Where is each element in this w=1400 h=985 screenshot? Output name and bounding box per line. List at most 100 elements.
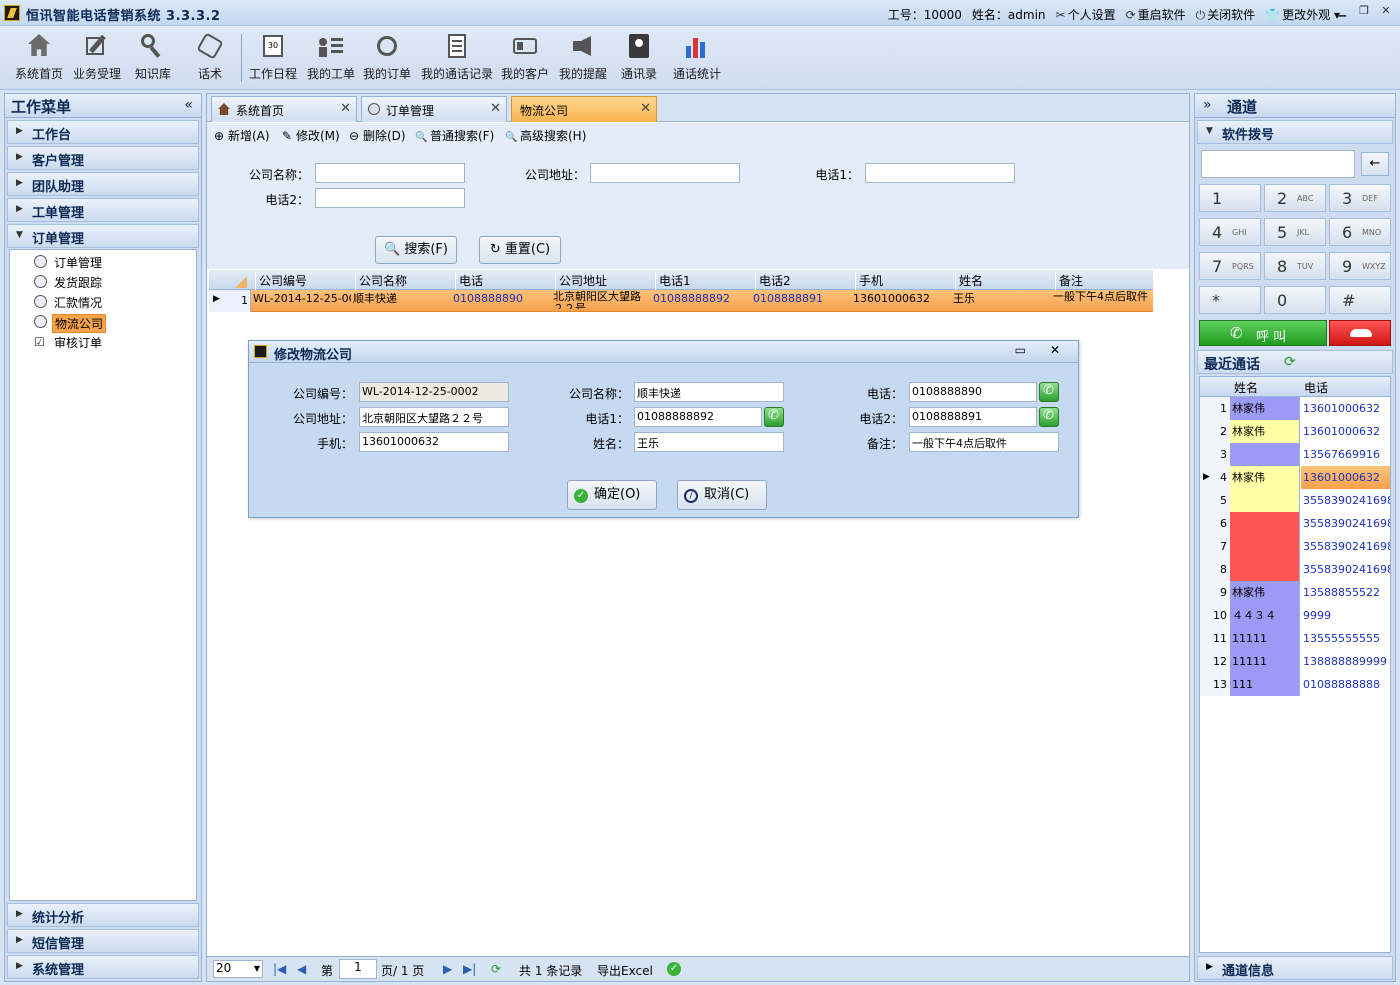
minimize-icon[interactable]: ▁ [1334, 3, 1350, 19]
column-header[interactable]: 姓名 [955, 272, 1055, 290]
recent-call-row[interactable]: 7 355839024169890 [1200, 535, 1390, 558]
table-row[interactable]: ▶ 1 WL-2014-12-25-0002顺丰快递 0108888890 北京朝阳… [209, 290, 1153, 312]
expand-icon[interactable]: » [1203, 97, 1212, 113]
column-header[interactable]: 备注 [1055, 272, 1153, 290]
menu-group[interactable]: ▶ 团队助理 [7, 172, 199, 196]
dial-key[interactable]: * [1199, 286, 1261, 314]
next-page-icon[interactable]: ▶ [443, 962, 452, 976]
change-skin-link[interactable]: 👕 更改外观 ▾ [1265, 6, 1340, 23]
dial-key[interactable]: 7 PQRS [1199, 252, 1261, 280]
toolbar-button-1[interactable]: 系统首页 [12, 32, 66, 86]
dial-phone2-button[interactable] [1039, 407, 1059, 427]
company-address-field[interactable]: 北京朝阳区大望路２２号 [359, 407, 509, 427]
collapse-icon[interactable]: « [184, 97, 193, 113]
tree-item[interactable]: ☑ 审核订单 [10, 332, 196, 352]
recent-call-row[interactable]: 12 11111 138888889999 [1200, 650, 1390, 673]
recent-call-row[interactable]: ▶ 4 林家伟 13601000632 [1200, 466, 1390, 489]
call-button[interactable]: ✆ 呼 叫 [1199, 320, 1327, 346]
backspace-button[interactable]: ← [1361, 152, 1389, 176]
tree-item[interactable]: 物流公司 [10, 312, 196, 333]
toolbar-button-7[interactable]: 我的订单 [362, 32, 412, 86]
search-button[interactable]: 🔍 搜索(F) [375, 236, 457, 264]
dial-key[interactable]: 5 JKL [1264, 218, 1326, 246]
edit-button[interactable]: ✎ 修改(M) [281, 127, 340, 144]
tree-item[interactable]: 订单管理 [10, 252, 196, 272]
tab-close-icon[interactable]: ✕ [340, 101, 351, 116]
toolbar-button-9[interactable]: 我的客户 [500, 32, 550, 86]
menu-group[interactable]: ▶ 客户管理 [7, 146, 199, 170]
tree-item[interactable]: 发货跟踪 [10, 272, 196, 292]
tab-order-management[interactable]: 订单管理 ✕ [361, 96, 507, 122]
recent-call-row[interactable]: 9 林家伟 13588855522 [1200, 581, 1390, 604]
column-header[interactable]: 电话1 [655, 272, 755, 290]
prev-page-icon[interactable]: ◀ [297, 962, 306, 976]
menu-group[interactable]: ▶ 工作台 [7, 120, 199, 144]
page-number-input[interactable]: 1 [339, 959, 377, 979]
toolbar-button-5[interactable]: 30 工作日程 [248, 32, 298, 86]
recent-call-row[interactable]: 1 林家伟 13601000632 [1200, 397, 1390, 420]
advanced-search-button[interactable]: 🔍 高级搜索(H) [505, 127, 586, 144]
column-header[interactable]: 电话2 [755, 272, 855, 290]
minimize-icon[interactable]: ▭ [1015, 343, 1026, 357]
first-page-icon[interactable]: |◀ [273, 962, 286, 976]
menu-group[interactable]: ▶ 短信管理 [7, 929, 199, 953]
toolbar-button-12[interactable]: 通话统计 [672, 32, 722, 86]
recent-call-row[interactable]: 13 111 01088888888 [1200, 673, 1390, 696]
menu-group[interactable]: ▼ 订单管理 [7, 224, 199, 248]
normal-search-button[interactable]: 🔍 普通搜索(F) [415, 127, 494, 144]
menu-group[interactable]: ▶ 工单管理 [7, 198, 199, 222]
toolbar-button-6[interactable]: 我的工单 [306, 32, 356, 86]
toolbar-button-11[interactable]: 通讯录 [618, 32, 660, 86]
hangup-button[interactable] [1329, 320, 1391, 346]
softphone-group[interactable]: ▼ 软件拨号 [1197, 120, 1393, 144]
restart-link[interactable]: ⟳ 重启软件 [1126, 6, 1186, 23]
toolbar-button-8[interactable]: 我的通话记录 [420, 32, 494, 86]
dial-key[interactable]: 1 [1199, 184, 1261, 212]
dial-key[interactable]: 6 MNO [1329, 218, 1391, 246]
toolbar-button-3[interactable]: 知识库 [132, 32, 174, 86]
menu-group[interactable]: ▶ 统计分析 [7, 903, 199, 927]
export-excel-button[interactable]: 导出Excel [597, 962, 653, 979]
close-icon[interactable]: ✕ [1050, 343, 1060, 357]
recent-call-row[interactable]: 3 13567669916 [1200, 443, 1390, 466]
channel-info-group[interactable]: ▶ 通道信息 [1197, 956, 1393, 980]
menu-group[interactable]: ▶ 系统管理 [7, 955, 199, 979]
recent-call-row[interactable]: 8 355839024169890 [1200, 558, 1390, 581]
personal-settings-link[interactable]: ✂ 个人设置 [1056, 6, 1116, 23]
dial-number-input[interactable] [1201, 150, 1355, 178]
dial-phone1-button[interactable] [764, 407, 784, 427]
phone2-field[interactable]: 0108888891 [909, 407, 1037, 427]
note-field[interactable]: 一般下午4点后取件 [909, 432, 1059, 452]
cancel-button[interactable]: / 取消(C) [677, 480, 767, 510]
tab-close-icon[interactable]: ✕ [490, 101, 501, 116]
refresh-icon[interactable]: ⟳ [491, 962, 501, 976]
dial-phone-button[interactable] [1039, 382, 1059, 402]
recent-call-row[interactable]: 10 ４４３４ 9999 [1200, 604, 1390, 627]
recent-call-row[interactable]: 6 355839024169890 [1200, 512, 1390, 535]
add-button[interactable]: ⊕ 新增(A) [213, 127, 270, 144]
restore-icon[interactable]: ❐ [1356, 3, 1372, 19]
tab-logistics[interactable]: 物流公司 ✕ [511, 96, 657, 122]
dial-key[interactable]: 0 [1264, 286, 1326, 314]
last-page-icon[interactable]: ▶| [463, 962, 476, 976]
phone-field[interactable]: 0108888890 [909, 382, 1037, 402]
column-header[interactable]: 公司地址 [555, 272, 655, 290]
close-icon[interactable]: ✕ [1378, 3, 1394, 19]
person-field[interactable]: 王乐 [634, 432, 784, 452]
ok-button[interactable]: ✓ 确定(O) [567, 480, 657, 510]
tab-close-icon[interactable]: ✕ [640, 101, 651, 116]
tab-home[interactable]: 系统首页 ✕ [211, 96, 357, 122]
close-app-link[interactable]: ⏻ 关闭软件 [1196, 6, 1256, 23]
delete-button[interactable]: ⊖ 删除(D) [348, 127, 406, 144]
dial-key[interactable]: 8 TUV [1264, 252, 1326, 280]
company-address-input[interactable] [590, 163, 740, 183]
page-size-select[interactable]: 20 ▼ [213, 960, 263, 978]
dial-key[interactable]: 3 DEF [1329, 184, 1391, 212]
company-name-field[interactable]: 顺丰快递 [634, 382, 784, 402]
tree-item[interactable]: 汇款情况 [10, 292, 196, 312]
phone2-input[interactable] [315, 188, 465, 208]
mobile-field[interactable]: 13601000632 [359, 432, 509, 452]
recent-call-row[interactable]: 11 11111 13555555555 [1200, 627, 1390, 650]
column-header[interactable]: 手机 [855, 272, 955, 290]
dial-key[interactable]: 2 ABC [1264, 184, 1326, 212]
